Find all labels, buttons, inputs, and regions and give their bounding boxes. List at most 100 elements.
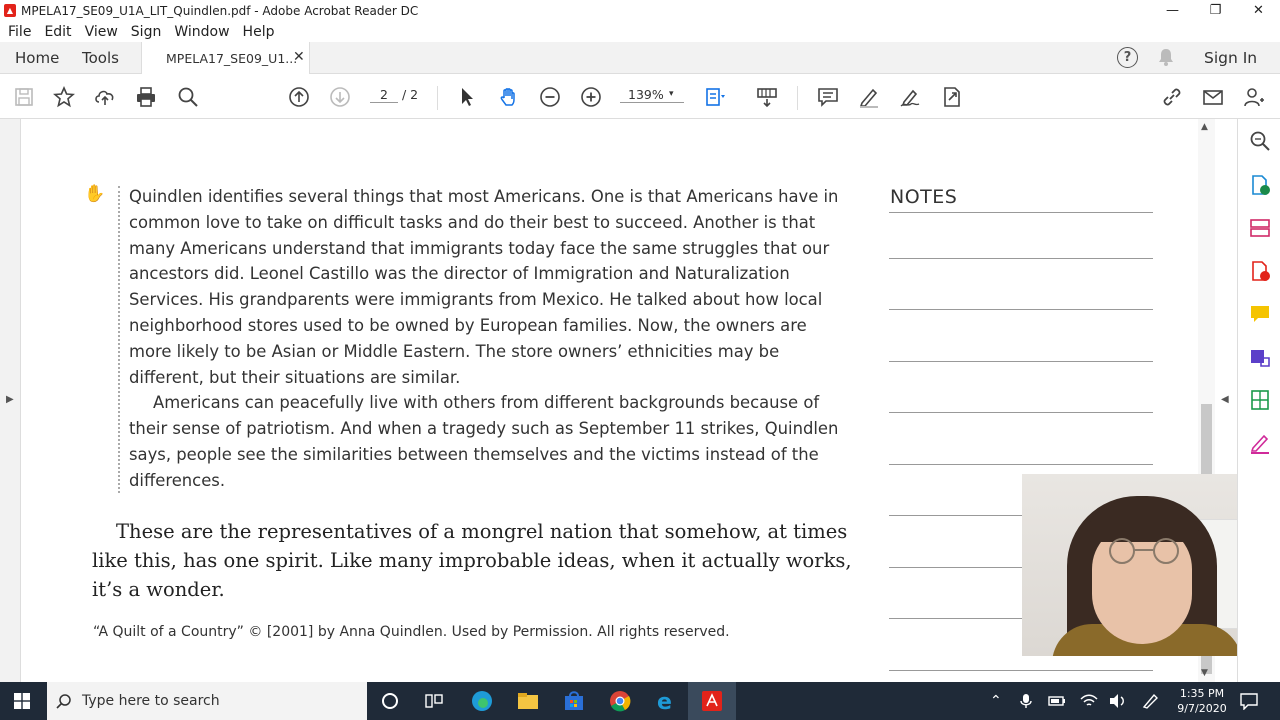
restore-button[interactable]: ❐: [1194, 0, 1237, 21]
page-down-icon[interactable]: [328, 85, 352, 109]
copyright-credit: “A Quilt of a Country” © [2001] by Anna …: [93, 624, 730, 640]
select-arrow-icon[interactable]: [455, 85, 479, 109]
title-bar: ▲ MPELA17_SE09_U1A_LIT_Quindlen.pdf - Ad…: [0, 0, 1280, 21]
file-explorer-icon[interactable]: [516, 689, 540, 713]
menu-window[interactable]: Window: [174, 24, 229, 40]
scroll-up-icon[interactable]: ▲: [1201, 122, 1208, 132]
edit-pdf-icon[interactable]: [1249, 346, 1271, 368]
menu-view[interactable]: View: [85, 24, 118, 40]
sign-in-button[interactable]: Sign In: [1204, 49, 1257, 67]
note-line: [889, 309, 1153, 310]
help-icon[interactable]: ?: [1117, 47, 1138, 68]
menu-file[interactable]: File: [8, 24, 31, 40]
tab-document[interactable]: MPELA17_SE09_U1... ✕: [141, 42, 310, 75]
tab-document-label: MPELA17_SE09_U1...: [166, 51, 298, 66]
menu-help[interactable]: Help: [243, 24, 275, 40]
tab-bar: Home Tools MPELA17_SE09_U1... ✕ ? Sign I…: [0, 42, 1280, 75]
toolbar-separator: [437, 86, 438, 110]
taskbar-search-placeholder: Type here to search: [82, 693, 220, 709]
windows-start-icon[interactable]: [14, 693, 30, 709]
minimize-button[interactable]: —: [1151, 0, 1194, 21]
left-panel-toggle[interactable]: ▶: [0, 119, 21, 682]
volume-icon[interactable]: [1109, 693, 1127, 709]
highlight-pen-icon[interactable]: [857, 85, 881, 109]
battery-icon[interactable]: [1048, 695, 1066, 707]
fill-sign-icon[interactable]: [1249, 432, 1271, 454]
fit-page-icon[interactable]: [703, 85, 727, 109]
scroll-mode-icon[interactable]: [755, 85, 779, 109]
search-zoom-icon[interactable]: [176, 85, 200, 109]
menu-sign[interactable]: Sign: [131, 24, 162, 40]
windows-taskbar: Type here to search e ⌃ 1:35 PM 9/7/2020: [0, 682, 1280, 720]
window-title: MPELA17_SE09_U1A_LIT_Quindlen.pdf - Adob…: [21, 3, 419, 18]
search-icon: [56, 694, 71, 709]
wifi-icon[interactable]: [1080, 693, 1098, 709]
notification-bell-icon[interactable]: [1158, 48, 1174, 70]
save-icon[interactable]: [12, 85, 36, 109]
link-icon[interactable]: [1160, 85, 1184, 109]
bookmark-star-icon[interactable]: [52, 85, 76, 109]
summary-paragraph: Quindlen identifies several things that …: [129, 187, 839, 387]
note-line: [889, 412, 1153, 413]
page-number-input[interactable]: 2: [370, 87, 398, 103]
toolbar-separator: [797, 86, 798, 110]
comment-icon[interactable]: [816, 85, 840, 109]
note-line: [889, 258, 1153, 259]
collapse-right-panel-icon[interactable]: ◀: [1221, 394, 1229, 405]
action-center-icon[interactable]: [1240, 692, 1258, 710]
panel-search-icon[interactable]: [1249, 130, 1271, 152]
export-pdf-icon[interactable]: [1249, 174, 1271, 196]
svg-text:e: e: [657, 690, 672, 713]
tray-chevron-up-icon[interactable]: ⌃: [990, 693, 1002, 709]
print-icon[interactable]: [134, 85, 158, 109]
webcam-presenter-glasses: [1109, 538, 1179, 564]
microphone-icon[interactable]: [1019, 693, 1033, 709]
right-tools-panel: [1237, 119, 1280, 682]
create-pdf-icon[interactable]: [1249, 260, 1271, 282]
pen-workspace-icon[interactable]: [1142, 693, 1160, 709]
chrome-icon[interactable]: [608, 689, 632, 713]
scroll-down-icon[interactable]: ▼: [1201, 668, 1208, 678]
tab-home[interactable]: Home: [15, 49, 59, 67]
close-window-button[interactable]: ✕: [1237, 0, 1280, 21]
clock-time: 1:35 PM: [1179, 687, 1225, 700]
edge-browser-icon[interactable]: [470, 689, 494, 713]
note-line: [889, 361, 1153, 362]
summary-paragraph: Americans can peacefully live with other…: [129, 393, 839, 490]
zoom-out-icon[interactable]: [538, 85, 562, 109]
add-user-icon[interactable]: [1242, 85, 1266, 109]
comment-panel-icon[interactable]: [1249, 303, 1271, 325]
expand-left-panel-icon[interactable]: ▶: [6, 394, 14, 405]
cortana-icon[interactable]: [378, 689, 402, 713]
hand-cursor-icon: ✋: [84, 184, 106, 204]
zoom-level-dropdown[interactable]: 139%: [620, 87, 684, 103]
organize-pages-icon[interactable]: [1249, 217, 1271, 239]
clock-date: 9/7/2020: [1177, 702, 1227, 715]
sign-icon[interactable]: [898, 85, 922, 109]
store-icon[interactable]: [562, 689, 586, 713]
taskbar-clock[interactable]: 1:35 PM 9/7/2020: [1172, 686, 1232, 716]
mail-icon[interactable]: [1201, 85, 1225, 109]
menu-bar: File Edit View Sign Window Help: [0, 21, 1280, 42]
upload-icon[interactable]: [93, 85, 117, 109]
compress-icon[interactable]: [1249, 389, 1271, 411]
taskbar-search-input[interactable]: Type here to search: [47, 682, 367, 720]
note-line: [889, 212, 1153, 213]
close-tab-icon[interactable]: ✕: [293, 49, 305, 65]
chevron-down-icon[interactable]: ▾: [669, 89, 674, 99]
ie-icon[interactable]: e: [654, 689, 678, 713]
hand-icon[interactable]: [497, 85, 521, 109]
zoom-in-icon[interactable]: [579, 85, 603, 109]
menu-edit[interactable]: Edit: [44, 24, 71, 40]
excerpt-quote: These are the representatives of a mongr…: [92, 517, 852, 604]
summary-box: Quindlen identifies several things that …: [129, 184, 851, 494]
page-total: / 2: [402, 87, 419, 102]
quote-text: These are the representatives of a mongr…: [92, 520, 852, 601]
taskbar-active-app[interactable]: [688, 682, 736, 720]
tab-tools[interactable]: Tools: [82, 49, 119, 67]
page-up-icon[interactable]: [287, 85, 311, 109]
share-icon[interactable]: [940, 85, 964, 109]
task-view-icon[interactable]: [422, 689, 446, 713]
note-line: [889, 670, 1153, 671]
note-line: [889, 464, 1153, 465]
